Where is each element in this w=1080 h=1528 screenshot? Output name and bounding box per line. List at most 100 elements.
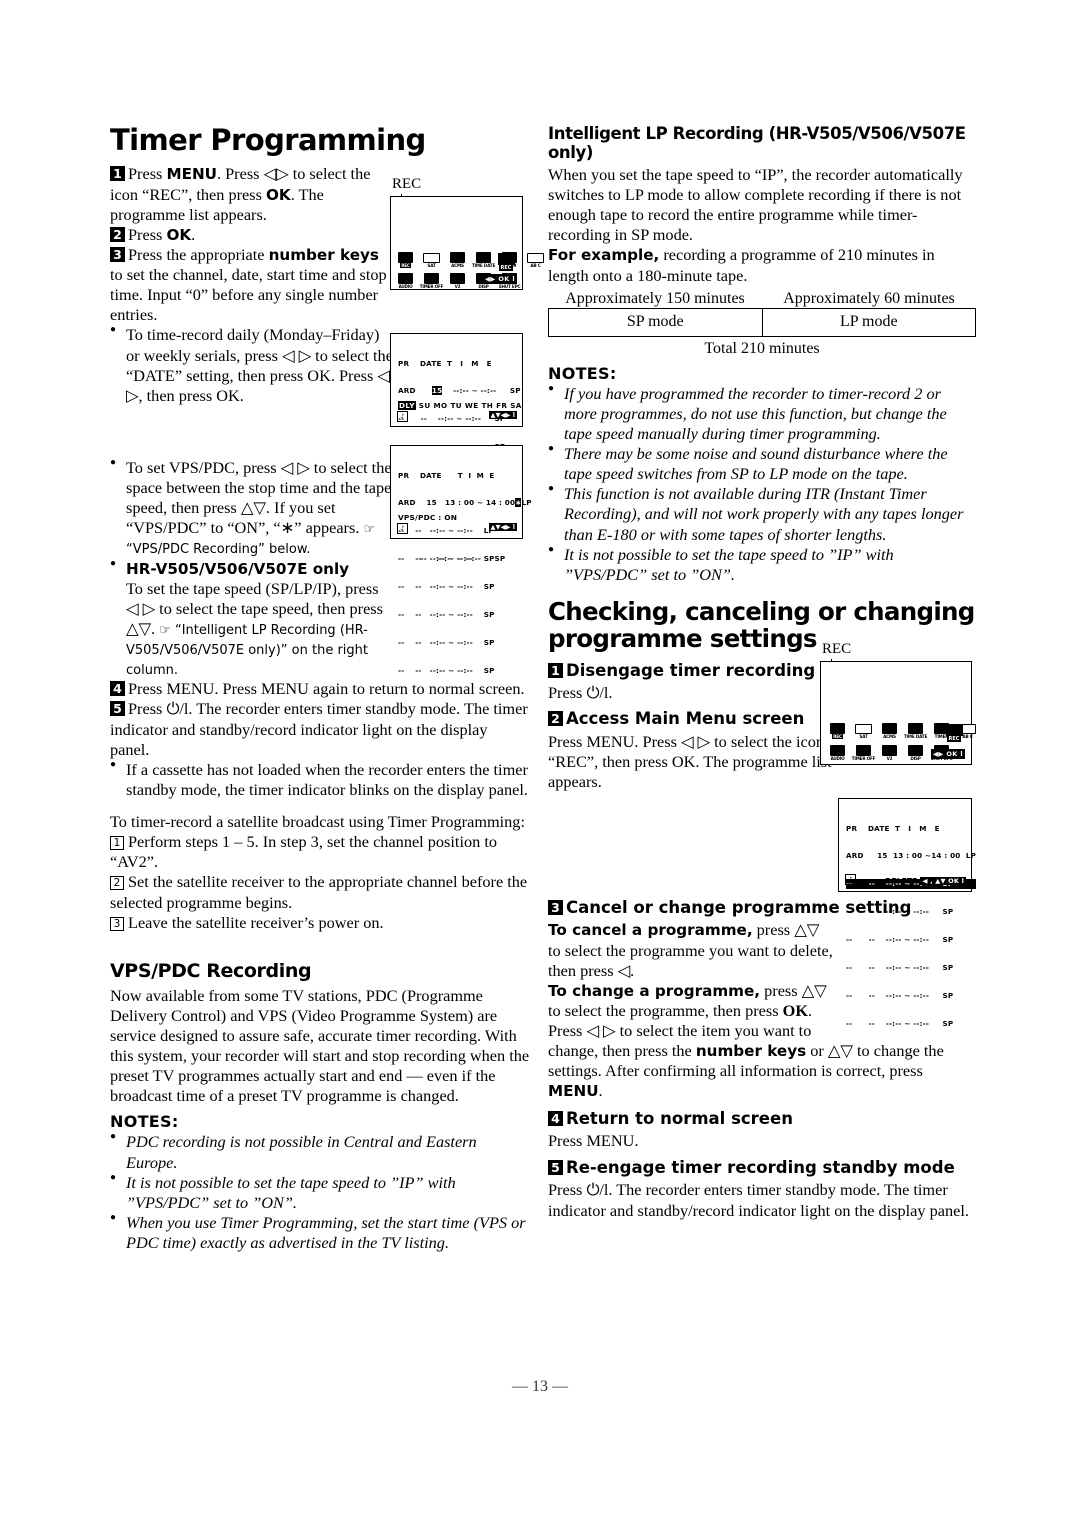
programme-list-row: -- -- --:-- ~ --:-- SP	[398, 554, 532, 563]
check-step-3-cancel: To cancel a programme, press △▽ to selec…	[548, 920, 833, 980]
menu-icon-timer-off[interactable]: TIMER OFF	[420, 270, 444, 289]
cell-speed: SP	[483, 665, 495, 675]
rec-badge-label: REC	[946, 736, 962, 742]
menu-icon-label: TIMER OFF	[851, 756, 876, 761]
cell-pr: ARD	[398, 498, 416, 508]
timer-off-glyph-icon	[424, 273, 439, 284]
menu-icon-label: DISP	[478, 284, 489, 289]
menu-icon-label: SHUT EPC	[498, 284, 521, 289]
cell-speed: SP	[942, 935, 954, 945]
nav-badge-label: ▲▼◀▶ l	[488, 523, 517, 531]
programme-list-header-row: PR DATE T I M E	[398, 358, 492, 368]
check-step-number-5: 5	[548, 1160, 563, 1176]
lp-caption-left: Approximately 150 minutes	[565, 289, 745, 307]
cell-time: --:-- ~ --:--	[429, 665, 473, 675]
lp-table-total: Total 210 minutes	[704, 339, 820, 357]
menu-icon-audio[interactable]: AUDIO	[397, 270, 414, 289]
day-dly[interactable]: DLY	[398, 401, 416, 410]
cell-pr: --	[398, 610, 405, 620]
programme-list-header-row: PR DATE T I M E	[398, 470, 495, 480]
menu-icon-rec[interactable]: REC	[829, 720, 846, 739]
step-1-text-b: . Press	[216, 164, 264, 184]
satellite-step-1: 1 Perform steps 1 – 5. In step 3, set the…	[110, 832, 530, 872]
menu-icon-acms[interactable]: ACMS	[881, 720, 898, 739]
bullet-set-vpspdc: To set VPS/PDC, press ◁ ▷ to select the …	[110, 457, 395, 559]
menu-icon-time-date[interactable]: TIME DATE	[903, 720, 928, 739]
programme-list-screen-2: PR DATE T I M E ARD 15 13 : 00 ~ 14 : 00…	[390, 445, 531, 675]
menu-icon-label: DISP	[910, 756, 921, 761]
audio-glyph-icon	[830, 745, 845, 756]
step-number-2: 2	[110, 226, 125, 242]
step-1-paragraph: 1 Press MENU. Press ◁▷ to select the icon…	[110, 164, 395, 224]
menu-icon-acms[interactable]: ACMS	[449, 249, 466, 268]
check-step-5-title: Re-engage timer recording standby mode	[566, 1158, 955, 1178]
day-su[interactable]: SU	[419, 401, 431, 410]
check-step-3-change: To change a programme, press △▽ to selec…	[548, 981, 833, 1041]
cell-speed: LP	[521, 498, 532, 508]
programme-list-row: -- -- --:-- ~ --:-- SP	[846, 935, 976, 944]
step-1-text-a: Press	[128, 164, 167, 184]
cell-date: --	[868, 935, 875, 945]
cell-date: --	[420, 414, 427, 424]
cell-time: --:-- ~ --:--	[429, 610, 473, 620]
programme-list-2-rows: PR DATE T I M E ARD 15 13 : 00 ~ 14 : 00…	[398, 452, 532, 694]
menu-icon-time-date[interactable]: TIME DATE	[472, 249, 495, 268]
right-note-item: If you have programmed the recorder to t…	[548, 383, 976, 444]
day-tu[interactable]: TU	[450, 401, 462, 410]
menu-icon-rec[interactable]: REC	[397, 249, 414, 268]
step-number-5: 5	[110, 701, 125, 717]
programme-list-row: -- -- --:-- ~ --:-- SP	[846, 963, 976, 972]
check-step-number-3: 3	[548, 900, 563, 916]
menu-icon-v2[interactable]: V2	[449, 270, 466, 289]
cell-date: --	[415, 665, 422, 675]
day-mo[interactable]: MO	[433, 401, 447, 410]
step-5-text: Press ⏻/l. The recorder enters timer sta…	[110, 699, 528, 759]
menu-icon-label: ACMS	[451, 263, 464, 268]
sat-step-1-text: Perform steps 1 – 5. In step 3, set the …	[110, 832, 497, 872]
cancel-programme-label: To cancel a programme,	[548, 921, 753, 940]
check-step-5-head: 5 Re-engage timer recording standby mode	[548, 1158, 976, 1178]
timer-corner-icon-3: ♪	[845, 874, 856, 885]
menu-icon-disp[interactable]: DISP	[907, 742, 924, 761]
vpspdc-bullet-list: To set VPS/PDC, press ◁ ▷ to select the …	[110, 457, 395, 679]
cell-date: --	[868, 879, 875, 889]
rec-glyph-icon	[830, 723, 845, 734]
menu-icon-label: ACMS	[883, 734, 896, 739]
left-note-item: It is not possible to set the tape speed…	[110, 1172, 530, 1213]
vpspdc-recording-title: VPS/PDC Recording	[110, 959, 312, 982]
cell-time: --:-- ~ --:--	[885, 935, 930, 945]
ok-navigation-bar-1: ◀▶ OK l	[482, 274, 517, 284]
menu-icon-v2[interactable]: V2	[881, 742, 898, 761]
right-notes-list: If you have programmed the recorder to t…	[548, 383, 976, 585]
menu-keyword: MENU	[166, 165, 217, 184]
rec-selected-badge-2: REC	[944, 720, 964, 742]
menu-icon-label: V2	[454, 284, 461, 289]
programme-list-screen-3: PR DATE T I M E ARD 15 13 : 00 ~14 : 00 …	[838, 798, 977, 1028]
menu-icon-abc[interactable]: AB C	[527, 249, 544, 268]
cell-date-selected[interactable]: 15	[431, 386, 443, 396]
cell-pr: --	[846, 935, 853, 945]
menu-icon-sat[interactable]: SAT	[855, 720, 872, 739]
menu-icon-label: TIMER OFF	[419, 284, 444, 289]
number-keys-keyword: number keys	[268, 245, 379, 264]
menu-icon-label: SAT	[427, 263, 436, 268]
satellite-step-3: 3 Leave the satellite receiver’s power on…	[110, 913, 530, 933]
cell-date: --	[415, 526, 422, 536]
programme-list-3-rows: PR DATE T I M E ARD 15 13 : 00 ~14 : 00 …	[846, 805, 977, 1047]
programme-list-row: -- -- --:-- ~ --:-- SP	[398, 582, 532, 591]
cell-date: --	[415, 637, 422, 647]
nav-badge-1: ▲▼◀▶ l	[488, 404, 517, 422]
menu-icon-timer-off[interactable]: TIMER OFF	[852, 742, 876, 761]
step-number-3: 3	[110, 246, 125, 262]
programme-list-row: -- -- --:-- ~ --:-- SP	[846, 907, 976, 916]
day-we[interactable]: WE	[465, 401, 479, 410]
arrow-glyphs: ◁▷	[263, 164, 289, 184]
change-programme-label: To change a programme,	[548, 981, 761, 1000]
vpspdc-recording-body: Now available from some TV stations, PDC…	[110, 985, 530, 1106]
programme-list-row: ARD 15 13 : 00 ~14 : 00 LP	[846, 851, 976, 860]
cell-time: --:-- ~ --:--	[429, 526, 473, 536]
step-3-text-b: to set the channel, date, start time and…	[110, 265, 387, 325]
menu-icon-audio[interactable]: AUDIO	[829, 742, 846, 761]
menu-icon-label: TIME DATE	[903, 734, 928, 739]
menu-icon-sat[interactable]: SAT	[423, 249, 440, 268]
